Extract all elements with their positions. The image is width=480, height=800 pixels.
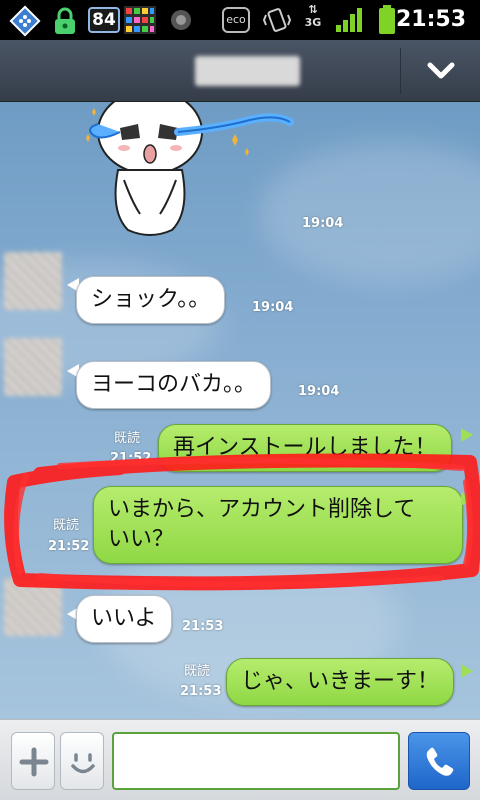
notification-count-badge: 84 <box>88 7 120 33</box>
bubble-tail <box>461 428 473 442</box>
message-timestamp: 19:04 <box>252 300 294 315</box>
message-input[interactable] <box>112 732 400 790</box>
sticker-timestamp: 19:04 <box>302 216 344 231</box>
message-text: 再インストールしました！ <box>173 435 437 460</box>
message-timestamp: 21:52 <box>48 539 90 554</box>
lock-icon <box>55 7 75 34</box>
avatar[interactable] <box>4 252 62 310</box>
menu-toggle-button[interactable] <box>401 40 480 102</box>
chat-message-list[interactable]: 19:04 ショック。。 19:04 ヨーコのバカ。。 19:04 既読 21:… <box>0 102 480 719</box>
plus-icon <box>19 747 49 777</box>
outgoing-message-bubble[interactable]: いまから、アカウント削除して いい？ <box>93 486 463 564</box>
message-text: じゃ、いきまーす！ <box>241 669 440 694</box>
message-timestamp: 21:52 <box>110 451 152 466</box>
incoming-message-bubble[interactable]: いいよ <box>76 595 172 643</box>
message-text: ヨーコのバカ。。 <box>91 372 257 397</box>
chat-partner-name-blurred[interactable] <box>195 56 300 86</box>
chevron-down-icon <box>427 62 455 79</box>
message-text: いいよ <box>91 606 157 631</box>
outgoing-message-bubble[interactable]: じゃ、いきまーす！ <box>226 658 455 706</box>
attach-button[interactable] <box>11 732 55 790</box>
avatar[interactable] <box>4 578 62 636</box>
message-timestamp: 21:53 <box>180 684 222 699</box>
clock: 21:53 <box>395 7 466 32</box>
message-text-line: いい？ <box>108 527 175 552</box>
badge-count: 84 <box>92 10 116 30</box>
call-button[interactable] <box>408 732 470 790</box>
network-3g-indicator: ⇅ 3G <box>300 4 326 36</box>
read-receipt: 既読 <box>114 431 141 446</box>
eco-label: eco <box>226 13 246 26</box>
read-receipt: 既読 <box>53 518 80 533</box>
message-text-line: いまから、アカウント削除して <box>108 497 416 522</box>
incoming-message-bubble[interactable]: ヨーコのバカ。。 <box>76 361 272 409</box>
app-diamond-icon <box>9 5 41 37</box>
outgoing-message-bubble[interactable]: 再インストールしました！ <box>158 424 452 472</box>
bubble-tail <box>461 664 473 678</box>
message-timestamp: 19:04 <box>298 384 340 399</box>
message-timestamp: 21:53 <box>182 619 224 634</box>
message-input-bar <box>0 719 480 800</box>
data-arrows-icon: ⇅ <box>308 3 318 16</box>
chat-header <box>0 40 480 102</box>
message-text: ショック。。 <box>91 287 211 312</box>
status-bar: 84 eco ⇅ 3G 21:53 <box>0 0 480 40</box>
bubble-tail <box>461 492 473 506</box>
phone-icon <box>426 747 454 776</box>
vibrate-icon <box>262 8 292 32</box>
incoming-message-bubble[interactable]: ショック。。 <box>76 276 226 324</box>
sticker-button[interactable] <box>60 732 104 790</box>
signal-strength-icon <box>336 8 362 32</box>
pixel-game-icon <box>124 6 156 34</box>
battery-icon <box>379 5 395 34</box>
record-icon <box>171 10 191 30</box>
eco-icon: eco <box>222 7 250 33</box>
read-receipt: 既読 <box>184 664 211 679</box>
network-label: 3G <box>304 16 322 29</box>
crying-character-sticker[interactable] <box>80 102 300 242</box>
smiley-icon <box>71 753 95 774</box>
avatar[interactable] <box>4 338 62 396</box>
